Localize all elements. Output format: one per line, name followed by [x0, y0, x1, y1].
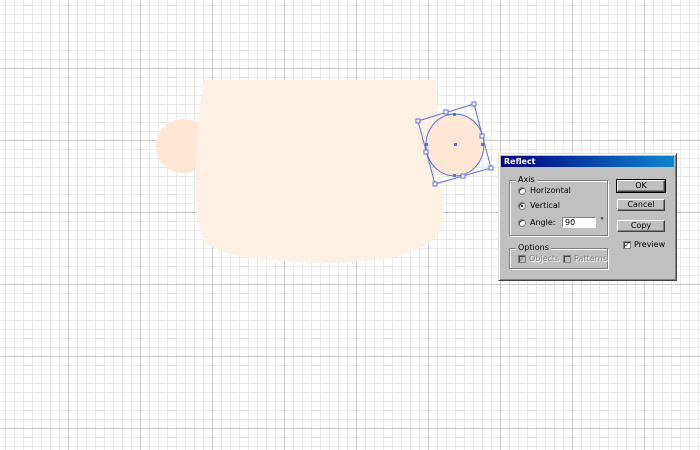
objects-label: Objects — [529, 254, 560, 263]
patterns-checkbox — [563, 255, 571, 263]
handle-left[interactable] — [423, 149, 429, 155]
radio-vertical-label: Vertical — [530, 201, 560, 210]
dialog-title: Reflect — [504, 157, 536, 166]
radio-button[interactable] — [518, 219, 526, 227]
handle-top-left[interactable] — [415, 118, 421, 124]
axis-group: Axis Horizontal Vertical Angle: 90 ° — [509, 175, 608, 236]
angle-input[interactable]: 90 — [562, 217, 596, 228]
dialog-titlebar[interactable]: Reflect — [501, 156, 674, 167]
degree-symbol: ° — [600, 216, 604, 225]
handle-bottom-left[interactable] — [432, 181, 438, 187]
axis-legend: Axis — [516, 175, 537, 185]
options-group: Options ✓ Objects Patterns — [509, 243, 608, 269]
radio-angle-label: Angle: — [530, 218, 556, 227]
handle-bottom-right[interactable] — [488, 165, 494, 171]
cup-body[interactable] — [195, 80, 444, 263]
objects-checkbox: ✓ — [518, 255, 526, 263]
radio-horizontal-label: Horizontal — [530, 186, 571, 195]
handle-right[interactable] — [479, 133, 485, 139]
handle-top[interactable] — [443, 109, 449, 115]
options-legend: Options — [516, 243, 551, 253]
patterns-label: Patterns — [574, 254, 607, 263]
copy-button[interactable]: Copy — [617, 220, 665, 232]
radio-button[interactable] — [518, 187, 526, 195]
preview-checkbox[interactable]: ✓ — [623, 241, 631, 249]
ok-button[interactable]: OK — [616, 179, 666, 193]
handle-bottom[interactable] — [460, 173, 466, 179]
cancel-button[interactable]: Cancel — [617, 199, 665, 211]
reflect-dialog: Reflect Axis Horizontal Vertical Angle: … — [498, 153, 677, 281]
radio-dot-icon — [521, 205, 523, 207]
handle-top-right[interactable] — [471, 101, 477, 107]
radio-button-selected[interactable] — [518, 202, 526, 210]
preview-label: Preview — [634, 240, 666, 249]
